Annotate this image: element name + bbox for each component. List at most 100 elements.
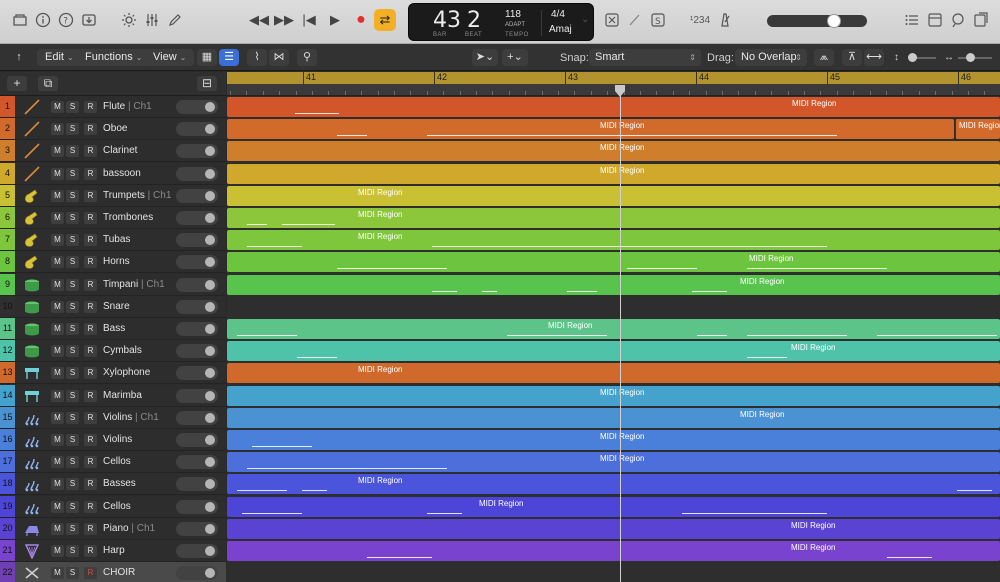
- track-on-off-toggle[interactable]: [176, 233, 218, 248]
- mute-button[interactable]: M: [51, 411, 64, 424]
- midi-region[interactable]: MIDI Region: [227, 97, 1000, 117]
- track-header[interactable]: 9 M S R Timpani | Ch1: [0, 273, 226, 296]
- track-header[interactable]: 17 M S R Cellos: [0, 451, 226, 474]
- midi-region[interactable]: MIDI Region: [227, 363, 1000, 384]
- track-on-off-toggle[interactable]: [176, 366, 218, 381]
- midi-region[interactable]: MIDI Region: [227, 407, 1000, 428]
- track-on-off-toggle[interactable]: [176, 477, 218, 492]
- harp-icon[interactable]: [22, 543, 42, 559]
- track-on-off-toggle[interactable]: [176, 188, 218, 203]
- midi-region[interactable]: MIDI Region: [227, 385, 1000, 406]
- fast-forward-button[interactable]: ▶▶: [273, 9, 295, 31]
- beat-ruler[interactable]: [227, 84, 1000, 96]
- strings-icon[interactable]: [22, 410, 42, 426]
- mute-button[interactable]: M: [51, 323, 64, 335]
- track-name[interactable]: Piano | Ch1: [103, 523, 155, 534]
- mute-button[interactable]: M: [51, 434, 64, 446]
- mute-button[interactable]: M: [51, 389, 64, 402]
- mute-button[interactable]: M: [51, 123, 64, 136]
- track-header[interactable]: 4 M S Rbassoon: [0, 162, 226, 185]
- track-on-off-toggle[interactable]: [176, 100, 218, 114]
- strings-icon[interactable]: [22, 432, 42, 448]
- track-header[interactable]: 15 M S R Violins | Ch1: [0, 406, 226, 429]
- mute-button[interactable]: M: [51, 345, 64, 358]
- list-view-icon[interactable]: ☰: [219, 49, 239, 66]
- mixer-icon[interactable]: [143, 11, 161, 29]
- solo-icon[interactable]: S: [649, 11, 667, 29]
- track-lane[interactable]: MIDI Region: [227, 540, 1000, 562]
- cycle-button[interactable]: ⇄: [374, 9, 396, 31]
- track-on-off-toggle[interactable]: [176, 433, 218, 447]
- mute-button[interactable]: M: [51, 234, 64, 247]
- arrange-area[interactable]: MIDI Region MIDI Region MIDI Region MIDI Re…: [227, 96, 1000, 582]
- mute-button[interactable]: M: [51, 567, 64, 580]
- solo-button[interactable]: S: [66, 367, 79, 380]
- metronome-icon[interactable]: [716, 11, 734, 29]
- track-header[interactable]: 10 M S R Snare: [0, 295, 226, 318]
- mute-button[interactable]: M: [51, 189, 64, 202]
- master-volume-slider[interactable]: [767, 14, 867, 28]
- track-lane[interactable]: MIDI Region: [227, 473, 1000, 495]
- track-on-off-toggle[interactable]: [176, 566, 218, 581]
- midi-region[interactable]: MIDI Region: [227, 119, 954, 140]
- track-header[interactable]: 8 M S R Horns: [0, 251, 226, 274]
- track-header[interactable]: 18 M S R Basses: [0, 473, 226, 496]
- mallet-icon[interactable]: [22, 365, 42, 381]
- horn-icon[interactable]: [22, 232, 42, 248]
- track-header[interactable]: 5 M S R Trumpets | Ch1: [0, 184, 226, 207]
- track-name[interactable]: Flute | Ch1: [103, 101, 152, 112]
- strings-icon[interactable]: [22, 499, 42, 515]
- track-name[interactable]: Cellos: [103, 456, 131, 467]
- track-lane[interactable]: MIDI Region: [227, 163, 1000, 185]
- track-lane[interactable]: MIDI Region MIDI Region: [227, 118, 1000, 140]
- track-header[interactable]: 1 M S R Flute | Ch1: [0, 96, 226, 118]
- track-on-off-toggle[interactable]: [176, 299, 218, 314]
- notepad-icon[interactable]: [926, 11, 944, 29]
- record-enable-button[interactable]: R: [84, 234, 97, 247]
- mute-button[interactable]: M: [51, 278, 64, 291]
- play-button[interactable]: ▶: [324, 9, 346, 31]
- track-header[interactable]: 13 M S R Xylophone: [0, 362, 226, 385]
- track-lane[interactable]: MIDI Region: [227, 518, 1000, 540]
- track-on-off-toggle[interactable]: [176, 455, 218, 470]
- track-header[interactable]: 22 M S R CHOIR: [0, 562, 226, 582]
- mute-button[interactable]: M: [51, 145, 64, 158]
- drum-icon[interactable]: [22, 321, 42, 337]
- rewind-button[interactable]: ◀◀: [248, 9, 270, 31]
- functions-menu[interactable]: Functions ⌄: [77, 49, 151, 66]
- track-header[interactable]: 7 M S R Tubas: [0, 229, 226, 252]
- track-lane[interactable]: [227, 562, 1000, 582]
- track-name[interactable]: Xylophone: [103, 367, 150, 378]
- track-on-off-toggle[interactable]: [176, 521, 218, 536]
- midi-region[interactable]: MIDI Region: [227, 141, 1000, 162]
- replace-icon[interactable]: [603, 11, 621, 29]
- track-on-off-toggle[interactable]: [176, 166, 218, 181]
- track-header[interactable]: 19 M S R Cellos: [0, 495, 226, 518]
- record-enable-button[interactable]: R: [84, 367, 97, 380]
- solo-button[interactable]: S: [66, 456, 79, 469]
- record-enable-button[interactable]: R: [84, 522, 97, 535]
- flex-time-icon[interactable]: ⋈: [269, 49, 289, 66]
- solo-button[interactable]: S: [66, 323, 79, 335]
- track-name[interactable]: Snare: [103, 301, 130, 312]
- record-enable-button[interactable]: R: [84, 278, 97, 291]
- mute-button[interactable]: M: [51, 478, 64, 491]
- edit-menu[interactable]: Edit ⌄: [37, 49, 82, 66]
- track-lane[interactable]: MIDI Region: [227, 496, 1000, 518]
- track-on-off-toggle[interactable]: [176, 144, 218, 159]
- record-enable-button[interactable]: R: [84, 300, 97, 313]
- global-tracks-button[interactable]: ⊟: [197, 76, 217, 91]
- midi-region[interactable]: MIDI Region: [227, 518, 1000, 539]
- track-header[interactable]: 2 M S R Oboe: [0, 118, 226, 141]
- smart-tempo-icon[interactable]: ⚲: [297, 49, 317, 66]
- track-lane[interactable]: MIDI Region: [227, 429, 1000, 451]
- track-name[interactable]: Clarinet: [103, 145, 137, 156]
- track-on-off-toggle[interactable]: [176, 277, 218, 292]
- piano-icon[interactable]: [22, 521, 42, 537]
- track-name[interactable]: Trumpets | Ch1: [103, 190, 171, 201]
- record-enable-button[interactable]: R: [84, 145, 97, 158]
- midi-region[interactable]: MIDI Region: [227, 341, 1000, 362]
- catch-up-icon[interactable]: ↑: [9, 49, 29, 66]
- mute-button[interactable]: M: [51, 167, 64, 180]
- record-enable-button[interactable]: R: [84, 545, 97, 557]
